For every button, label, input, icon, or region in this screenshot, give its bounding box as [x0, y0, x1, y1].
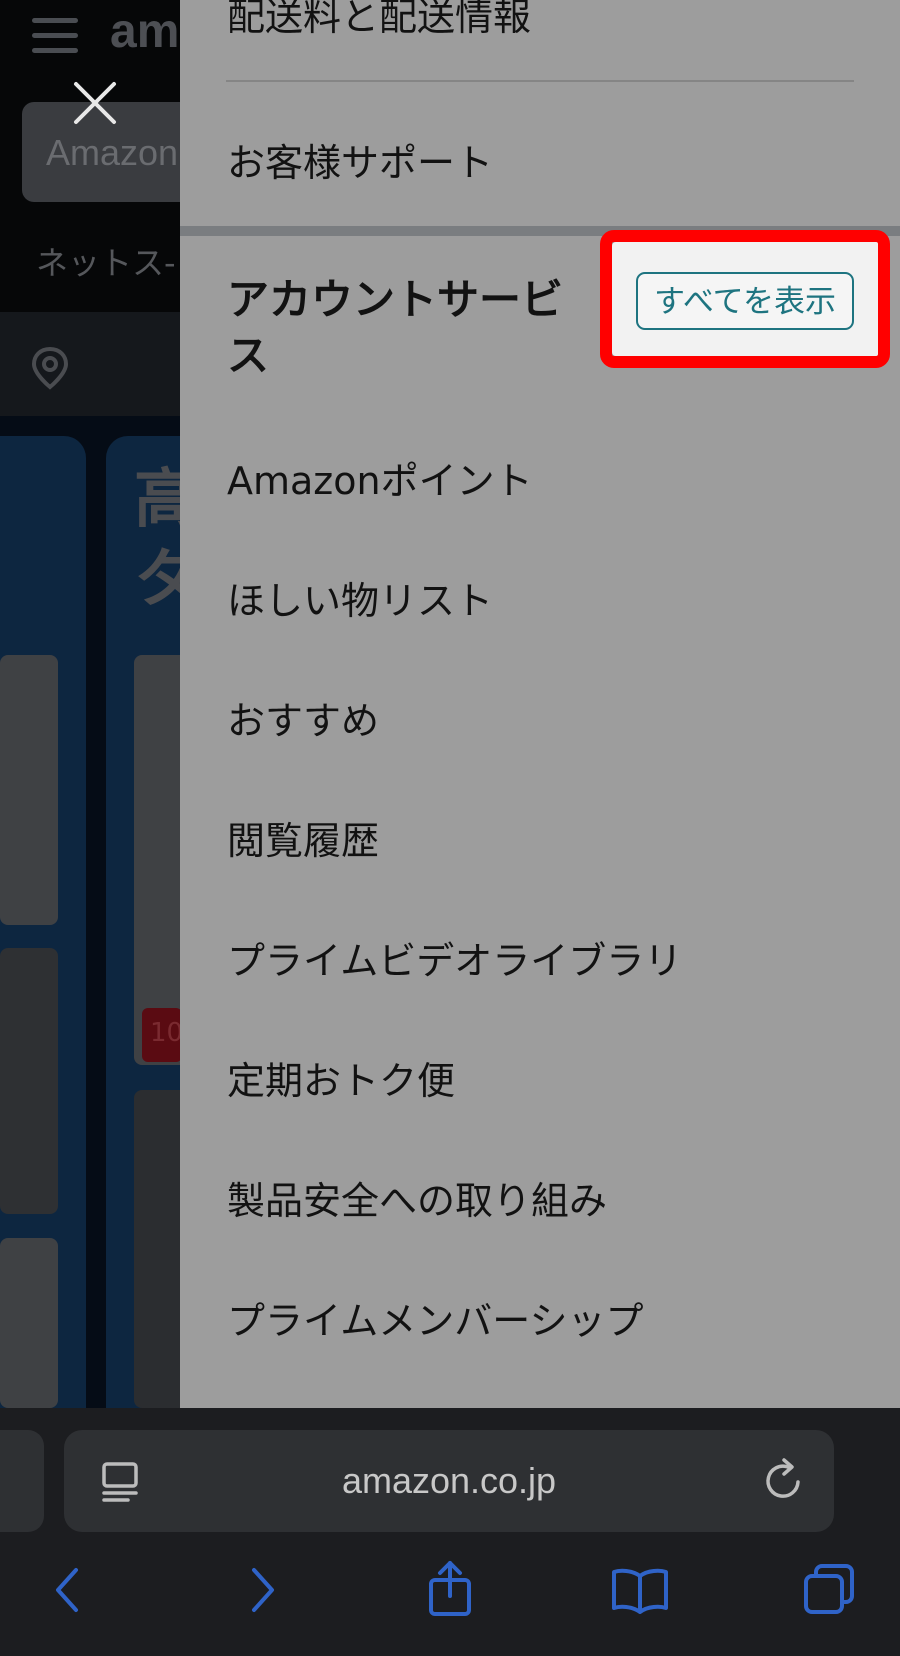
background-product-tile [0, 655, 58, 925]
menu-item-prime-membership[interactable]: プライムメンバーシップ [227, 1290, 643, 1345]
forward-icon[interactable] [244, 1566, 280, 1614]
background-discount-tag: 10 [142, 1008, 184, 1062]
back-icon[interactable] [50, 1566, 86, 1614]
tabs-icon[interactable] [802, 1562, 856, 1616]
background-product-tile [0, 1238, 58, 1408]
background-search-placeholder: Amazon [46, 132, 179, 173]
amazon-logo: am [110, 5, 180, 58]
menu-divider [226, 80, 854, 82]
reload-icon[interactable] [762, 1456, 806, 1504]
share-icon[interactable] [426, 1560, 474, 1618]
menu-item-recommendations[interactable]: おすすめ [227, 690, 379, 745]
red-highlight-annotation [600, 230, 890, 368]
menu-item-customer-support[interactable]: お客様サポート [227, 132, 493, 187]
section-title-account-services: アカウントサービス [227, 275, 564, 380]
menu-item-browsing-history[interactable]: 閲覧履歴 [227, 810, 379, 865]
address-bar-url[interactable]: amazon.co.jp [64, 1430, 834, 1532]
menu-item-product-safety[interactable]: 製品安全への取り組み [227, 1170, 607, 1225]
background-subtitle: ネットス- [36, 244, 176, 282]
close-menu-icon[interactable] [70, 78, 120, 128]
menu-item-subscribe-save[interactable]: 定期おトク便 [227, 1050, 455, 1105]
menu-item-wish-list[interactable]: ほしい物リスト [227, 570, 493, 625]
location-pin-icon [31, 346, 69, 390]
menu-item-prime-video-library[interactable]: プライムビデオライブラリ [227, 930, 682, 985]
reader-mode-icon[interactable] [100, 1460, 140, 1504]
menu-item-amazon-points[interactable]: Amazonポイント [227, 450, 533, 505]
bookmarks-icon[interactable] [610, 1566, 670, 1614]
previous-tab-preview[interactable] [0, 1430, 44, 1532]
discount-tag-text: 10 [150, 1018, 184, 1048]
menu-item-shipping[interactable]: 配送料と配送情報 [227, 0, 531, 41]
background-product-tile [0, 948, 58, 1214]
hamburger-menu-icon [32, 18, 78, 58]
